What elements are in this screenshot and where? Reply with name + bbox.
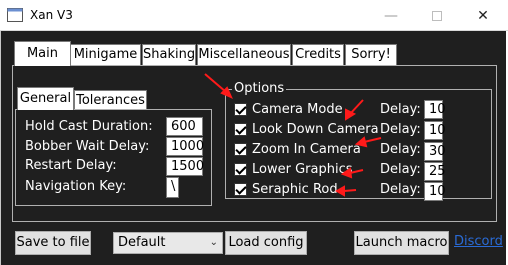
close-icon: ✕	[477, 7, 489, 24]
save-to-file-button[interactable]: Save to file	[14, 230, 92, 256]
config-select[interactable]: Default ⌄	[113, 232, 223, 254]
chevron-down-icon: ⌄	[209, 237, 218, 248]
seraphic-rod-label: Seraphic Rod	[252, 182, 338, 197]
maximize-icon	[432, 10, 442, 21]
restart-delay-input[interactable]: 1500	[166, 157, 204, 176]
tab-label: Miscellaneous	[198, 47, 290, 62]
launch-macro-button[interactable]: Launch macro	[353, 230, 450, 256]
hold-cast-input[interactable]: 600	[166, 117, 203, 136]
lower-graphics-label: Lower Graphics	[252, 162, 353, 177]
delay-label: Delay:	[380, 162, 421, 177]
lower-graphics-delay-input[interactable]: 25	[424, 162, 446, 181]
tab-main[interactable]: Main	[14, 41, 71, 66]
zoom-in-camera-checkbox[interactable]	[234, 143, 247, 156]
tab-label: General	[19, 91, 72, 106]
config-select-value: Default	[118, 235, 166, 250]
tab-label: Minigame	[73, 47, 138, 62]
close-button[interactable]: ✕	[460, 0, 506, 31]
tab-miscellaneous[interactable]: Miscellaneous	[197, 44, 291, 65]
look-down-camera-delay-input[interactable]: 10	[424, 121, 446, 140]
app-icon	[7, 8, 23, 22]
tab-label: Shaking	[143, 47, 196, 62]
navigation-key-label: Navigation Key:	[25, 179, 127, 194]
bobber-wait-label: Bobber Wait Delay:	[25, 139, 150, 154]
delay-label: Delay:	[380, 102, 421, 117]
navigation-key-input[interactable]: \	[166, 177, 179, 198]
minimize-button[interactable]: —	[368, 0, 414, 31]
delay-label: Delay:	[380, 142, 421, 157]
tab-credits[interactable]: Credits	[292, 44, 344, 65]
hold-cast-label: Hold Cast Duration:	[25, 119, 153, 134]
load-config-button[interactable]: Load config	[224, 230, 308, 256]
maximize-button[interactable]	[414, 0, 460, 31]
delay-label: Delay:	[380, 122, 421, 137]
options-title: Options	[232, 81, 287, 96]
camera-mode-delay-input[interactable]: 10	[424, 100, 446, 119]
title-bar[interactable]: Xan V3 — ✕	[0, 0, 508, 31]
tab-general[interactable]: General	[17, 87, 74, 110]
window-title: Xan V3	[30, 8, 73, 22]
delay-label: Delay:	[380, 182, 421, 197]
tab-label: Tolerances	[76, 93, 145, 108]
seraphic-rod-checkbox[interactable]	[234, 183, 247, 196]
tab-label: Credits	[295, 47, 341, 62]
tab-tolerances[interactable]: Tolerances	[74, 90, 147, 110]
zoom-in-camera-delay-input[interactable]: 30	[424, 142, 446, 161]
tab-sorry[interactable]: Sorry!	[345, 44, 397, 65]
bobber-wait-input[interactable]: 1000	[166, 137, 204, 156]
tab-shaking[interactable]: Shaking	[142, 44, 196, 65]
tab-label: Sorry!	[351, 47, 391, 62]
minimize-icon: —	[384, 7, 398, 24]
restart-delay-label: Restart Delay:	[25, 158, 117, 173]
camera-mode-checkbox[interactable]	[234, 103, 247, 116]
look-down-camera-checkbox[interactable]	[234, 123, 247, 136]
seraphic-rod-delay-input[interactable]: 10	[424, 182, 446, 201]
lower-graphics-checkbox[interactable]	[234, 163, 247, 176]
look-down-camera-label: Look Down Camera	[252, 122, 379, 137]
tab-minigame[interactable]: Minigame	[70, 44, 141, 65]
discord-link[interactable]: Discord	[454, 234, 503, 249]
zoom-in-camera-label: Zoom In Camera	[252, 142, 361, 157]
tab-label: Main	[26, 46, 59, 61]
camera-mode-label: Camera Mode	[252, 102, 343, 117]
